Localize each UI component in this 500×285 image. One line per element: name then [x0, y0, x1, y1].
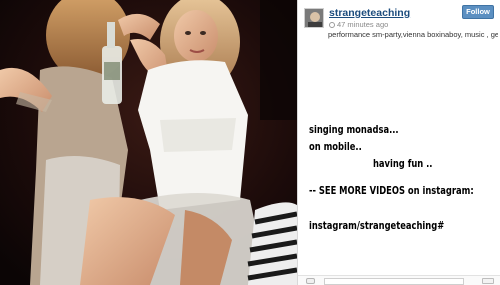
- instagram-post: strangeteaching 47 minutes ago Follow pe…: [0, 0, 500, 285]
- time-ago-text: 47 minutes ago: [337, 20, 389, 29]
- post-time: 47 minutes ago: [329, 20, 388, 29]
- user-avatar[interactable]: [304, 8, 324, 28]
- post-footer: [298, 275, 500, 285]
- overlay-line-5[interactable]: instagram/strangeteaching#: [309, 220, 444, 234]
- overlay-line-1: singing monadsa...: [309, 125, 399, 136]
- clock-icon: [329, 22, 335, 28]
- post-photo[interactable]: [0, 0, 297, 285]
- follow-button[interactable]: Follow: [462, 5, 494, 19]
- overlay-line-4[interactable]: -- SEE MORE VIDEOS on instagram:: [309, 185, 474, 199]
- username-link[interactable]: strangeteaching: [329, 7, 410, 19]
- photo-illustration: [0, 0, 297, 285]
- overlay-line-3: having fun ..: [372, 159, 433, 170]
- comment-input[interactable]: [324, 278, 464, 285]
- heart-icon[interactable]: [306, 278, 315, 284]
- post-caption: performance sm-party,vienna boxinaboy, m…: [328, 30, 498, 39]
- overlay-line-2: on mobile..: [309, 142, 362, 153]
- more-icon[interactable]: [482, 278, 494, 284]
- avatar-image: [305, 9, 323, 27]
